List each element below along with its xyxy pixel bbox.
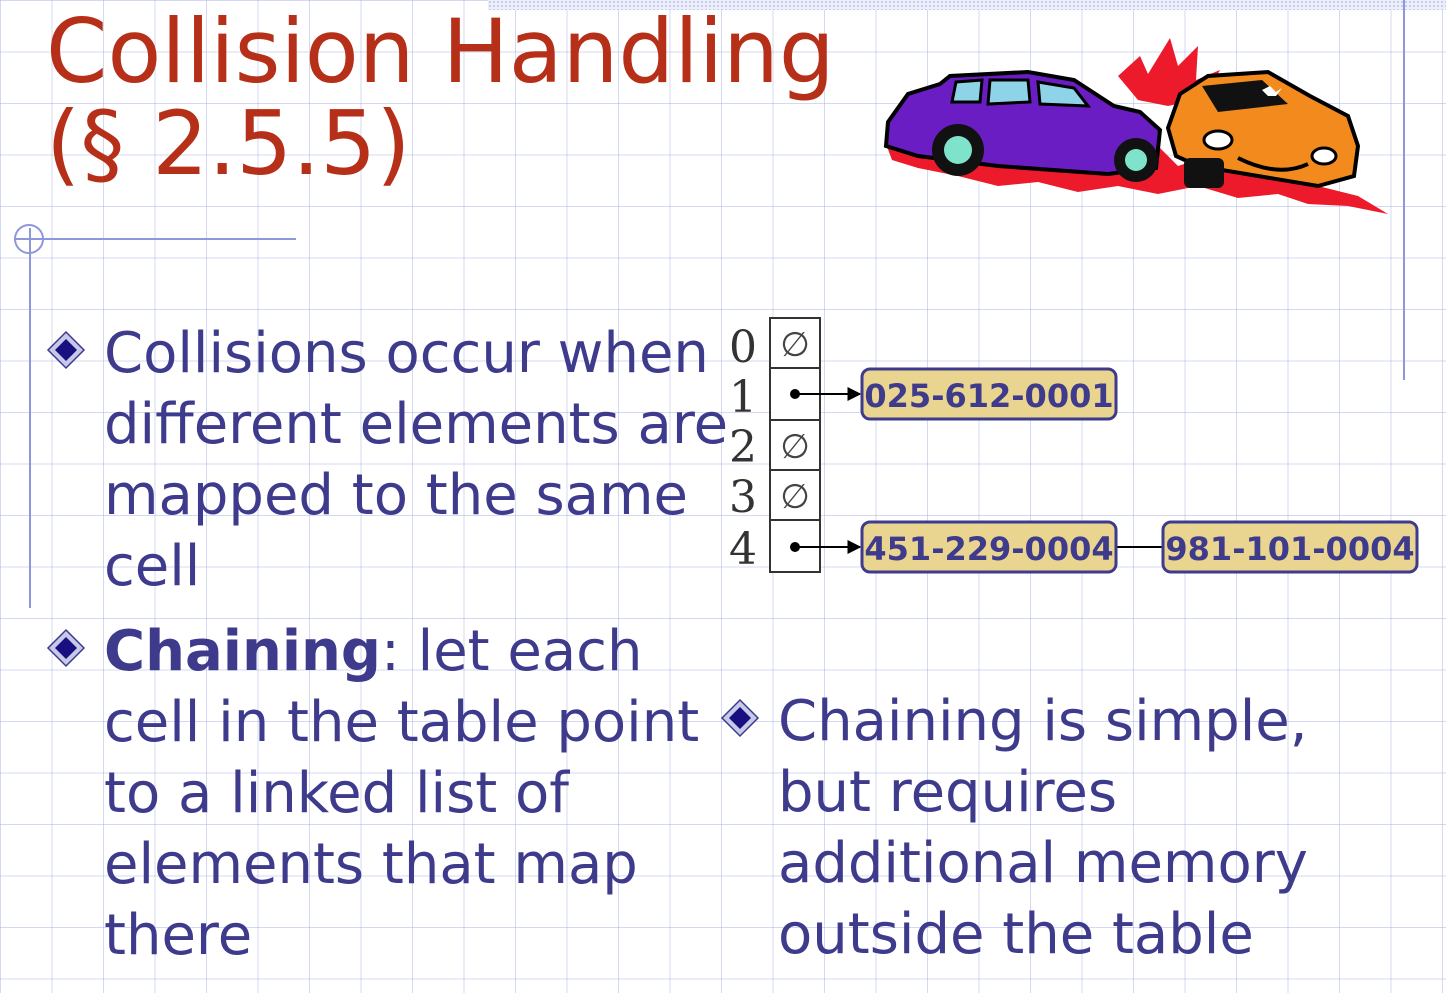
empty-set-icon: ∅ — [780, 325, 810, 365]
hash-table-diagram: 0 1 2 3 4 ∅ ∅ ∅ 025-612-0001 451-229-000… — [729, 317, 1419, 575]
index-label: 4 — [729, 524, 757, 575]
index-label: 1 — [729, 372, 757, 423]
empty-set-icon: ∅ — [780, 477, 810, 517]
index-label: 3 — [729, 472, 757, 523]
list-node-value: 025-612-0001 — [864, 377, 1113, 415]
index-label: 0 — [729, 322, 757, 373]
list-node-value: 451-229-0004 — [864, 530, 1113, 568]
index-label: 2 — [729, 422, 757, 473]
list-node-value: 981-101-0004 — [1165, 530, 1414, 568]
empty-set-icon: ∅ — [780, 427, 810, 467]
